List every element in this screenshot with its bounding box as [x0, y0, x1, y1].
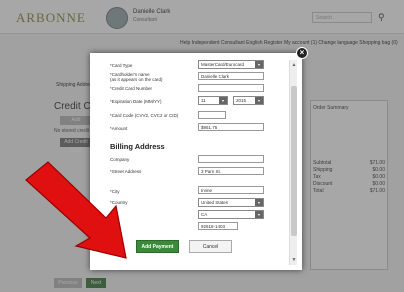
red-arrow-icon: [25, 161, 127, 259]
